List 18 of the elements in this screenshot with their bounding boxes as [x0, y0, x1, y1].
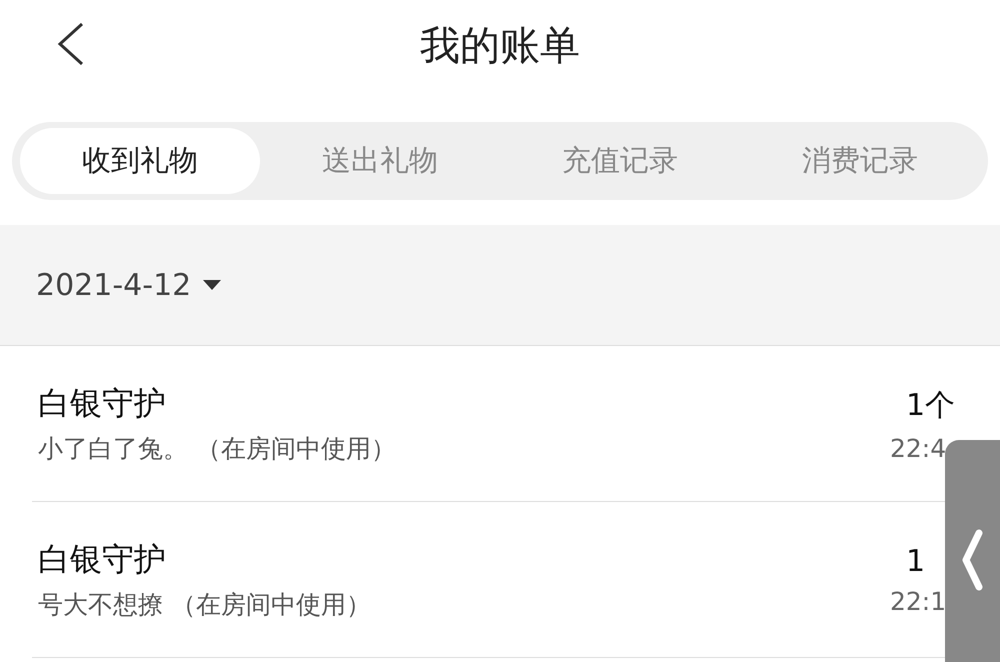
back-button[interactable] — [56, 22, 86, 66]
date-dropdown[interactable]: 2021-4-12 — [36, 268, 224, 302]
gift-quantity: 1个 — [905, 386, 956, 424]
gift-time: 22:1 — [890, 586, 946, 616]
floating-handle[interactable] — [945, 440, 1000, 662]
tab[interactable]: 收到礼物 — [20, 128, 260, 194]
gift-name: 白银守护 — [38, 539, 167, 580]
gift-detail: 小了白了兔。 （在房间中使用） — [38, 433, 396, 465]
gift-time: 22:4 — [890, 434, 946, 462]
gift-name: 白银守护 — [38, 383, 167, 424]
tab[interactable]: 充值记录 — [500, 128, 740, 194]
caret-icon — [201, 278, 224, 292]
gift-quantity: 1 — [905, 544, 926, 578]
gift-detail: 号大不想撩 （在房间中使用） — [38, 589, 371, 621]
back-icon — [56, 22, 86, 66]
tab[interactable]: 消费记录 — [740, 128, 980, 194]
tab[interactable]: 送出礼物 — [260, 128, 500, 194]
page-title: 我的账单 — [420, 22, 580, 70]
